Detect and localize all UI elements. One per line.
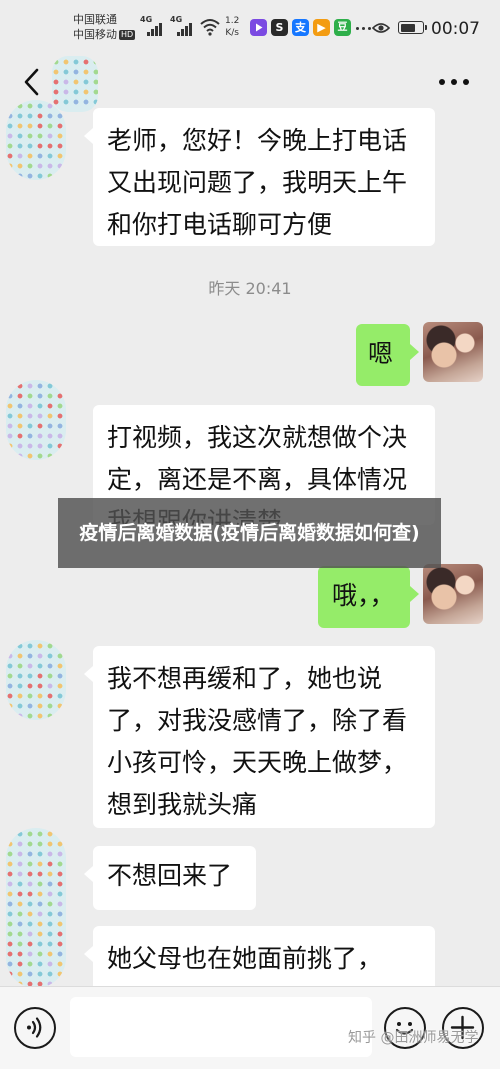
- carrier-2: 中国移动: [73, 28, 117, 41]
- signal-2-icon: 4G: [170, 15, 192, 38]
- network-speed: 1.2 K/s: [225, 15, 239, 39]
- battery-level: [400, 23, 415, 32]
- message-text-7: 她父母也在她面前挑了，: [107, 944, 383, 973]
- dou-app-icon: 豆: [334, 19, 351, 36]
- watermark: 知乎 @田洲师易无学: [348, 1030, 479, 1046]
- net-type-2: 4G: [170, 15, 183, 24]
- chat-header: [0, 56, 500, 112]
- message-text-4: 哦，，: [332, 581, 395, 610]
- net-type-1: 4G: [140, 15, 153, 24]
- speed-unit: K/s: [225, 28, 239, 38]
- carrier-info: 中国联通 中国移动 HD: [73, 12, 136, 42]
- contact-avatar[interactable]: [6, 380, 66, 460]
- voice-icon: [27, 1017, 42, 1038]
- soul-app-icon: S: [271, 19, 288, 36]
- my-avatar[interactable]: [423, 564, 483, 624]
- message-bubble-1[interactable]: 老师，您好！今晚上打电话又出现问题了，我明天上午和你打电话聊可方便: [84, 108, 435, 246]
- message-bubble-2[interactable]: 嗯: [356, 324, 419, 386]
- back-icon[interactable]: [16, 64, 50, 100]
- message-text-5: 我不想再缓和了，她也说了，对我没感情了，除了看小孩可怜，天天晚上做梦，想到我就头…: [107, 664, 408, 819]
- wifi-icon: [200, 19, 220, 36]
- message-text-1: 老师，您好！今晚上打电话又出现问题了，我明天上午和你打电话聊可方便: [107, 126, 408, 239]
- article-title: 疫情后离婚数据(疫情后离婚数据如何查): [79, 521, 420, 544]
- message-timestamp: 昨天 20:41: [208, 279, 292, 298]
- carrier-1: 中国联通: [73, 13, 117, 26]
- message-text-2: 嗯: [368, 339, 394, 368]
- message-bubble-4[interactable]: 哦，，: [318, 566, 419, 628]
- contact-avatar[interactable]: [6, 828, 66, 988]
- alipay-icon: 支: [292, 19, 309, 36]
- clock: 00:07: [431, 19, 480, 39]
- status-bar: 中国联通 中国移动 HD 4G 4G 1.2 K/s S 支 ▶ 豆 00:07: [0, 0, 500, 56]
- contact-avatar[interactable]: [6, 640, 66, 720]
- article-title-banner: 疫情后离婚数据(疫情后离婚数据如何查): [58, 498, 441, 568]
- message-input[interactable]: [70, 997, 372, 1057]
- contact-avatar[interactable]: [6, 100, 66, 180]
- my-avatar[interactable]: [423, 322, 483, 382]
- contact-name-blurred: [52, 56, 98, 112]
- battery-icon: [398, 21, 427, 34]
- signal-1-icon: 4G: [140, 15, 162, 38]
- video-app-icon: [250, 19, 267, 36]
- message-bubble-5[interactable]: 我不想再缓和了，她也说了，对我没感情了，除了看小孩可怜，天天晚上做梦，想到我就头…: [84, 646, 435, 828]
- message-text-6: 不想回来了: [107, 861, 233, 890]
- more-options-icon[interactable]: [436, 72, 472, 92]
- hd-badge: HD: [119, 30, 136, 40]
- media-app-icon: ▶: [313, 19, 330, 36]
- eye-comfort-icon: [372, 23, 390, 33]
- speed-value: 1.2: [225, 16, 240, 26]
- message-bubble-6[interactable]: 不想回来了: [84, 846, 256, 910]
- voice-button[interactable]: [14, 1007, 56, 1049]
